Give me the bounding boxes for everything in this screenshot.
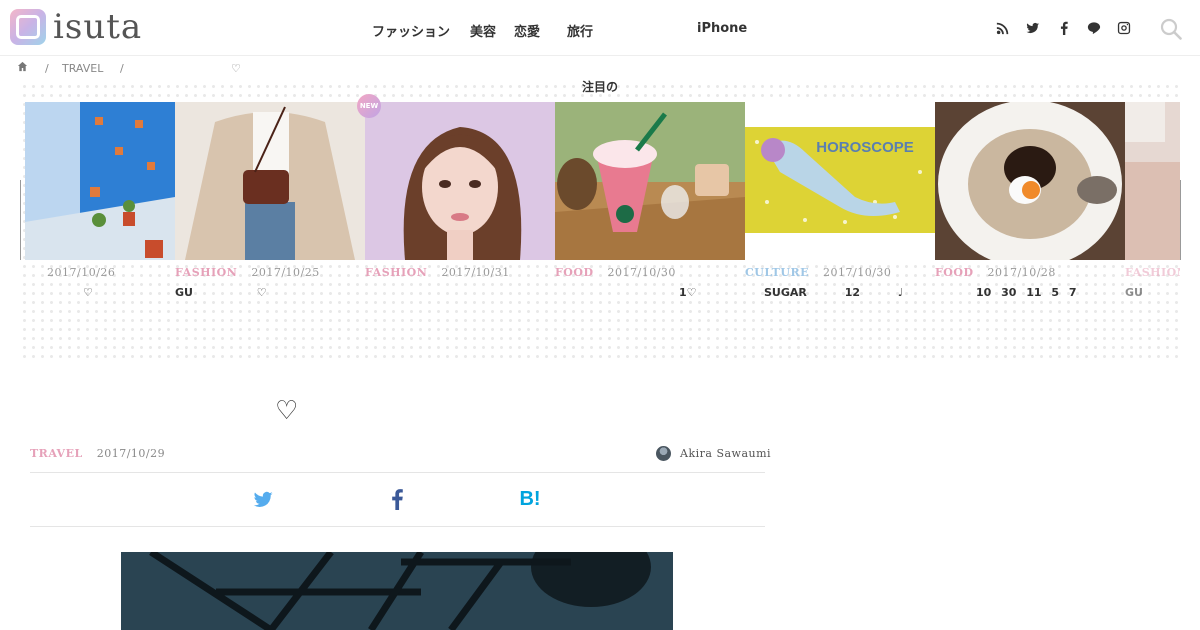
breadcrumb-separator: / bbox=[120, 62, 124, 75]
card-date: 2017/10/25 bbox=[251, 266, 320, 279]
article-heading: ♡ bbox=[275, 396, 299, 426]
rss-icon[interactable] bbox=[995, 20, 1011, 36]
carousel-card[interactable]: FASHION GU bbox=[1125, 102, 1180, 302]
logo-text: isuta bbox=[53, 7, 143, 47]
card-meta: FOOD 2017/10/30 bbox=[555, 266, 676, 279]
nav-fashion[interactable]: ファッション bbox=[372, 21, 450, 40]
card-date: 2017/10/30 bbox=[607, 266, 676, 279]
card-title-text: SUGAR 12 ♩ bbox=[764, 286, 904, 299]
carousel-card[interactable]: 2017/10/26 ♡ bbox=[25, 102, 175, 302]
instagram-icon[interactable] bbox=[1116, 20, 1132, 36]
card-thumbnail[interactable] bbox=[935, 102, 1125, 260]
card-title[interactable]: GU bbox=[1125, 286, 1180, 299]
carousel-card[interactable]: FOOD 2017/10/30 1♡ bbox=[555, 102, 745, 302]
card-meta: FASHION bbox=[1125, 266, 1180, 279]
article-meta: TRAVEL 2017/10/29 bbox=[30, 447, 165, 460]
card-thumbnail[interactable] bbox=[175, 102, 365, 260]
card-category[interactable]: FASHION bbox=[365, 266, 427, 279]
card-meta: FASHION 2017/10/31 bbox=[365, 266, 510, 279]
new-badge: NEW bbox=[357, 94, 381, 118]
carousel-card[interactable]: FASHION 2017/10/31 bbox=[365, 102, 555, 302]
author-avatar bbox=[656, 446, 671, 461]
card-date: 2017/10/30 bbox=[823, 266, 892, 279]
card-meta: 2017/10/26 bbox=[47, 266, 115, 279]
card-category[interactable]: FASHION bbox=[175, 266, 237, 279]
card-thumbnail[interactable] bbox=[555, 102, 745, 260]
card-meta: CULTURE 2017/10/30 bbox=[745, 266, 891, 279]
article-date: 2017/10/29 bbox=[96, 447, 166, 460]
card-meta: FASHION 2017/10/25 bbox=[175, 266, 320, 279]
share-bar: B! bbox=[30, 472, 765, 527]
card-thumbnail[interactable]: HOROSCOPE bbox=[745, 102, 935, 260]
card-title-text: 10 30 11 5 7 bbox=[976, 286, 1077, 299]
article-hero-image bbox=[121, 552, 673, 630]
carousel-card[interactable]: FASHION 2017/10/25 GU ♡ bbox=[175, 102, 365, 302]
breadcrumb-current: ♡ bbox=[231, 62, 241, 75]
twitter-icon[interactable] bbox=[1025, 20, 1041, 36]
breadcrumb-separator: / bbox=[45, 62, 49, 75]
card-category[interactable]: FOOD bbox=[555, 266, 594, 279]
card-date: 2017/10/26 bbox=[47, 266, 116, 279]
card-category[interactable]: CULTURE bbox=[745, 266, 809, 279]
card-title[interactable]: GU ♡ bbox=[175, 286, 365, 299]
card-date: 2017/10/31 bbox=[441, 266, 510, 279]
logo-mark-icon bbox=[10, 9, 46, 45]
site-header: isuta ファッション 美容 恋愛 旅行 iPhone bbox=[0, 0, 1200, 56]
hatena-bookmark-icon[interactable]: B! bbox=[518, 487, 542, 511]
card-thumb-text: HOROSCOPE bbox=[816, 139, 914, 156]
carousel-divider bbox=[20, 180, 21, 260]
site-logo[interactable]: isuta bbox=[10, 9, 142, 45]
nav-love[interactable]: 恋愛 bbox=[514, 21, 540, 40]
card-thumbnail[interactable] bbox=[1125, 102, 1180, 260]
card-date: 2017/10/28 bbox=[987, 266, 1056, 279]
card-thumbnail[interactable] bbox=[25, 102, 175, 260]
nav-beauty[interactable]: 美容 bbox=[470, 21, 496, 40]
carousel-card[interactable]: FOOD 2017/10/28 10 30 11 5 7 bbox=[935, 102, 1125, 302]
nav-travel[interactable]: 旅行 bbox=[567, 21, 593, 40]
article-author[interactable]: Akira Sawaumi bbox=[656, 446, 771, 461]
carousel-title: 注目の bbox=[581, 80, 618, 94]
carousel-divider bbox=[1180, 180, 1181, 260]
article-category[interactable]: TRAVEL bbox=[30, 447, 83, 460]
carousel-card[interactable]: HOROSCOPE CULTURE 2017/10/30 SUGAR 12 ♩ bbox=[745, 102, 935, 302]
twitter-icon[interactable] bbox=[251, 487, 275, 511]
facebook-icon[interactable] bbox=[1056, 20, 1072, 36]
facebook-icon[interactable] bbox=[385, 487, 409, 511]
card-meta: FOOD 2017/10/28 bbox=[935, 266, 1056, 279]
card-title[interactable]: SUGAR 12 ♩ bbox=[764, 286, 954, 299]
nav-iphone[interactable]: iPhone bbox=[697, 21, 747, 36]
author-name: Akira Sawaumi bbox=[680, 447, 772, 460]
breadcrumb-category[interactable]: TRAVEL bbox=[62, 62, 103, 75]
home-icon[interactable] bbox=[17, 61, 28, 75]
card-category[interactable]: FOOD bbox=[935, 266, 974, 279]
card-title-text: GU ♡ bbox=[175, 286, 267, 299]
card-thumbnail[interactable] bbox=[365, 102, 555, 260]
search-icon[interactable] bbox=[1160, 18, 1182, 40]
card-category[interactable]: FASHION bbox=[1125, 266, 1180, 279]
line-icon[interactable] bbox=[1086, 20, 1102, 36]
